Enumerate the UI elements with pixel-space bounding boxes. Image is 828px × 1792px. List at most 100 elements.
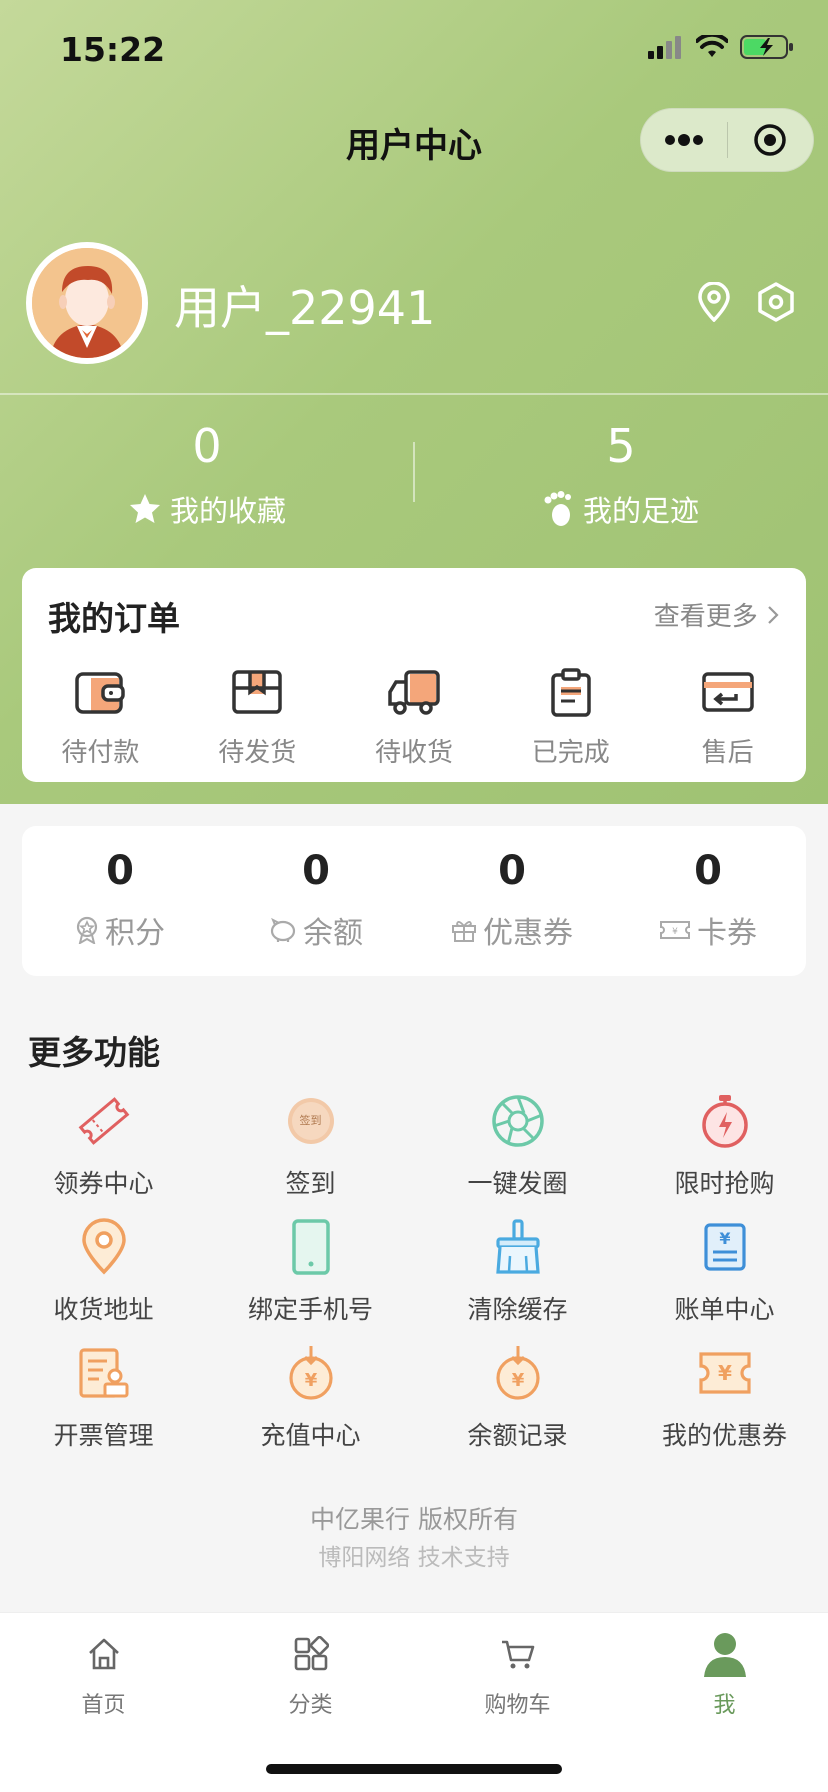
order-pending-shipment[interactable]: 待发货 xyxy=(179,664,336,769)
orders-view-more[interactable]: 查看更多 xyxy=(654,596,780,633)
feature-recharge-center[interactable]: ¥ 充值中心 xyxy=(207,1342,414,1468)
feature-checkin-label: 签到 xyxy=(285,1169,336,1198)
battery-icon xyxy=(740,34,794,64)
more-functions-title: 更多功能 xyxy=(28,1033,160,1072)
svg-text:¥: ¥ xyxy=(672,927,678,937)
feature-my-coupons-label: 我的优惠券 xyxy=(661,1421,787,1450)
orders-view-more-label: 查看更多 xyxy=(653,602,758,632)
order-pending-receipt[interactable]: 待收货 xyxy=(336,664,493,769)
footer-copyright: 中亿果行 版权所有 xyxy=(310,1505,518,1534)
feature-balance-record[interactable]: ¥ 余额记录 xyxy=(414,1342,621,1468)
coupons-value: 0 xyxy=(498,848,526,894)
category-icon xyxy=(294,1636,329,1671)
gift-icon xyxy=(452,921,476,942)
feature-bind-phone[interactable]: 绑定手机号 xyxy=(207,1216,414,1342)
tab-home[interactable]: 首页 xyxy=(0,1629,207,1719)
feature-checkin[interactable]: 签到 xyxy=(207,1090,414,1216)
stats-divider xyxy=(413,442,415,502)
feature-one-click-share-label: 一键发圈 xyxy=(467,1169,568,1198)
tab-me[interactable]: 我 xyxy=(621,1629,828,1719)
coupons-asset[interactable]: 0 优惠券 xyxy=(414,826,610,952)
checkin-badge-text: 签到 xyxy=(299,1114,322,1127)
bill-icon: ¥ xyxy=(703,1223,746,1271)
feature-clear-cache-label: 清除缓存 xyxy=(467,1295,568,1324)
more-menu-button[interactable] xyxy=(641,108,727,172)
tab-me-label: 我 xyxy=(713,1693,736,1718)
points-asset[interactable]: 0 积分 xyxy=(22,826,218,952)
svg-text:¥: ¥ xyxy=(511,1370,524,1391)
tab-cart-label: 购物车 xyxy=(484,1693,551,1718)
cards-label: 卡券 xyxy=(697,916,757,951)
clipboard-icon xyxy=(551,668,591,717)
wifi-icon xyxy=(695,32,729,63)
svg-text:¥: ¥ xyxy=(719,1229,730,1248)
feature-bill-center-label: 账单中心 xyxy=(674,1295,775,1324)
home-indicator xyxy=(266,1764,562,1774)
feature-shipping-address[interactable]: 收货地址 xyxy=(0,1216,207,1342)
footprint-stat[interactable]: 5 我的足迹 xyxy=(414,418,828,538)
star-icon xyxy=(129,494,160,523)
feature-bill-center[interactable]: ¥ 账单中心 xyxy=(621,1216,828,1342)
tab-cart[interactable]: 购物车 xyxy=(414,1629,621,1719)
orders-card: 我的订单 查看更多 待付款 待发货 待收货 已完成 售后 xyxy=(22,568,806,782)
svg-text:¥: ¥ xyxy=(718,1361,732,1385)
location-button[interactable] xyxy=(694,282,734,322)
order-after-sales-label: 售后 xyxy=(701,738,754,768)
order-pending-receipt-label: 待收货 xyxy=(374,738,453,768)
stopwatch-icon xyxy=(701,1095,748,1148)
target-icon xyxy=(754,124,786,156)
feature-invoice-management[interactable]: 开票管理 xyxy=(0,1342,207,1468)
balance-record-icon: ¥ xyxy=(495,1346,540,1400)
balance-asset[interactable]: 0 余额 xyxy=(218,826,414,952)
tab-category-label: 分类 xyxy=(288,1693,333,1718)
points-value: 0 xyxy=(106,848,134,894)
order-after-sales[interactable]: 售后 xyxy=(649,664,806,769)
cards-asset[interactable]: 0 ¥ 卡券 xyxy=(610,826,806,952)
close-miniprogram-button[interactable] xyxy=(728,108,814,172)
return-card-icon xyxy=(701,672,754,712)
feature-balance-record-label: 余额记录 xyxy=(467,1421,568,1450)
order-completed-label: 已完成 xyxy=(531,738,610,768)
invoice-icon xyxy=(78,1348,128,1398)
feature-my-coupons[interactable]: ¥ 我的优惠券 xyxy=(621,1342,828,1468)
feature-coupon-center-label: 领券中心 xyxy=(53,1169,154,1198)
status-time: 15:22 xyxy=(60,30,166,69)
more-functions-grid: 领券中心 签到 一键发圈 限时抢购 收货地址 绑定手机号 清除缓存 ¥ 账单中心… xyxy=(0,1090,828,1468)
assets-card: 0 积分 0 余额 0 优惠券 0 ¥ 卡券 xyxy=(22,826,806,976)
order-completed[interactable]: 已完成 xyxy=(492,664,649,769)
favorites-stat[interactable]: 0 我的收藏 xyxy=(0,418,414,538)
avatar-illustration-icon xyxy=(32,248,142,358)
feature-flash-sale[interactable]: 限时抢购 xyxy=(621,1090,828,1216)
settings-hexagon-icon xyxy=(758,282,794,322)
feature-one-click-share[interactable]: 一键发圈 xyxy=(414,1090,621,1216)
signal-icon xyxy=(648,35,684,63)
favorites-count: 0 xyxy=(192,419,222,473)
feature-bind-phone-label: 绑定手机号 xyxy=(247,1295,373,1324)
coupon-ticket-icon xyxy=(78,1097,129,1145)
recharge-icon: ¥ xyxy=(288,1346,333,1400)
balance-value: 0 xyxy=(302,848,330,894)
status-bar: 15:22 xyxy=(0,0,828,100)
username: 用户_22941 xyxy=(174,281,436,335)
order-pending-payment[interactable]: 待付款 xyxy=(22,664,179,769)
balance-label: 余额 xyxy=(303,916,363,951)
order-pending-shipment-label: 待发货 xyxy=(218,738,297,768)
feature-shipping-address-label: 收货地址 xyxy=(53,1295,154,1324)
tab-home-label: 首页 xyxy=(81,1693,126,1718)
avatar[interactable] xyxy=(26,242,148,364)
feature-flash-sale-label: 限时抢购 xyxy=(674,1169,775,1198)
wallet-icon xyxy=(75,672,126,714)
piggy-bank-icon xyxy=(270,917,296,942)
cart-icon xyxy=(501,1640,534,1669)
orders-title: 我的订单 xyxy=(48,599,180,638)
user-icon xyxy=(703,1633,746,1677)
settings-button[interactable] xyxy=(756,282,796,322)
feature-clear-cache[interactable]: 清除缓存 xyxy=(414,1216,621,1342)
feature-invoice-management-label: 开票管理 xyxy=(53,1421,154,1450)
feature-coupon-center[interactable]: 领券中心 xyxy=(0,1090,207,1216)
footer-support: 博阳网络 技术支持 xyxy=(318,1545,510,1571)
badge-icon xyxy=(76,916,98,944)
footprint-icon xyxy=(544,491,571,526)
package-icon xyxy=(232,670,282,714)
tab-category[interactable]: 分类 xyxy=(207,1629,414,1719)
